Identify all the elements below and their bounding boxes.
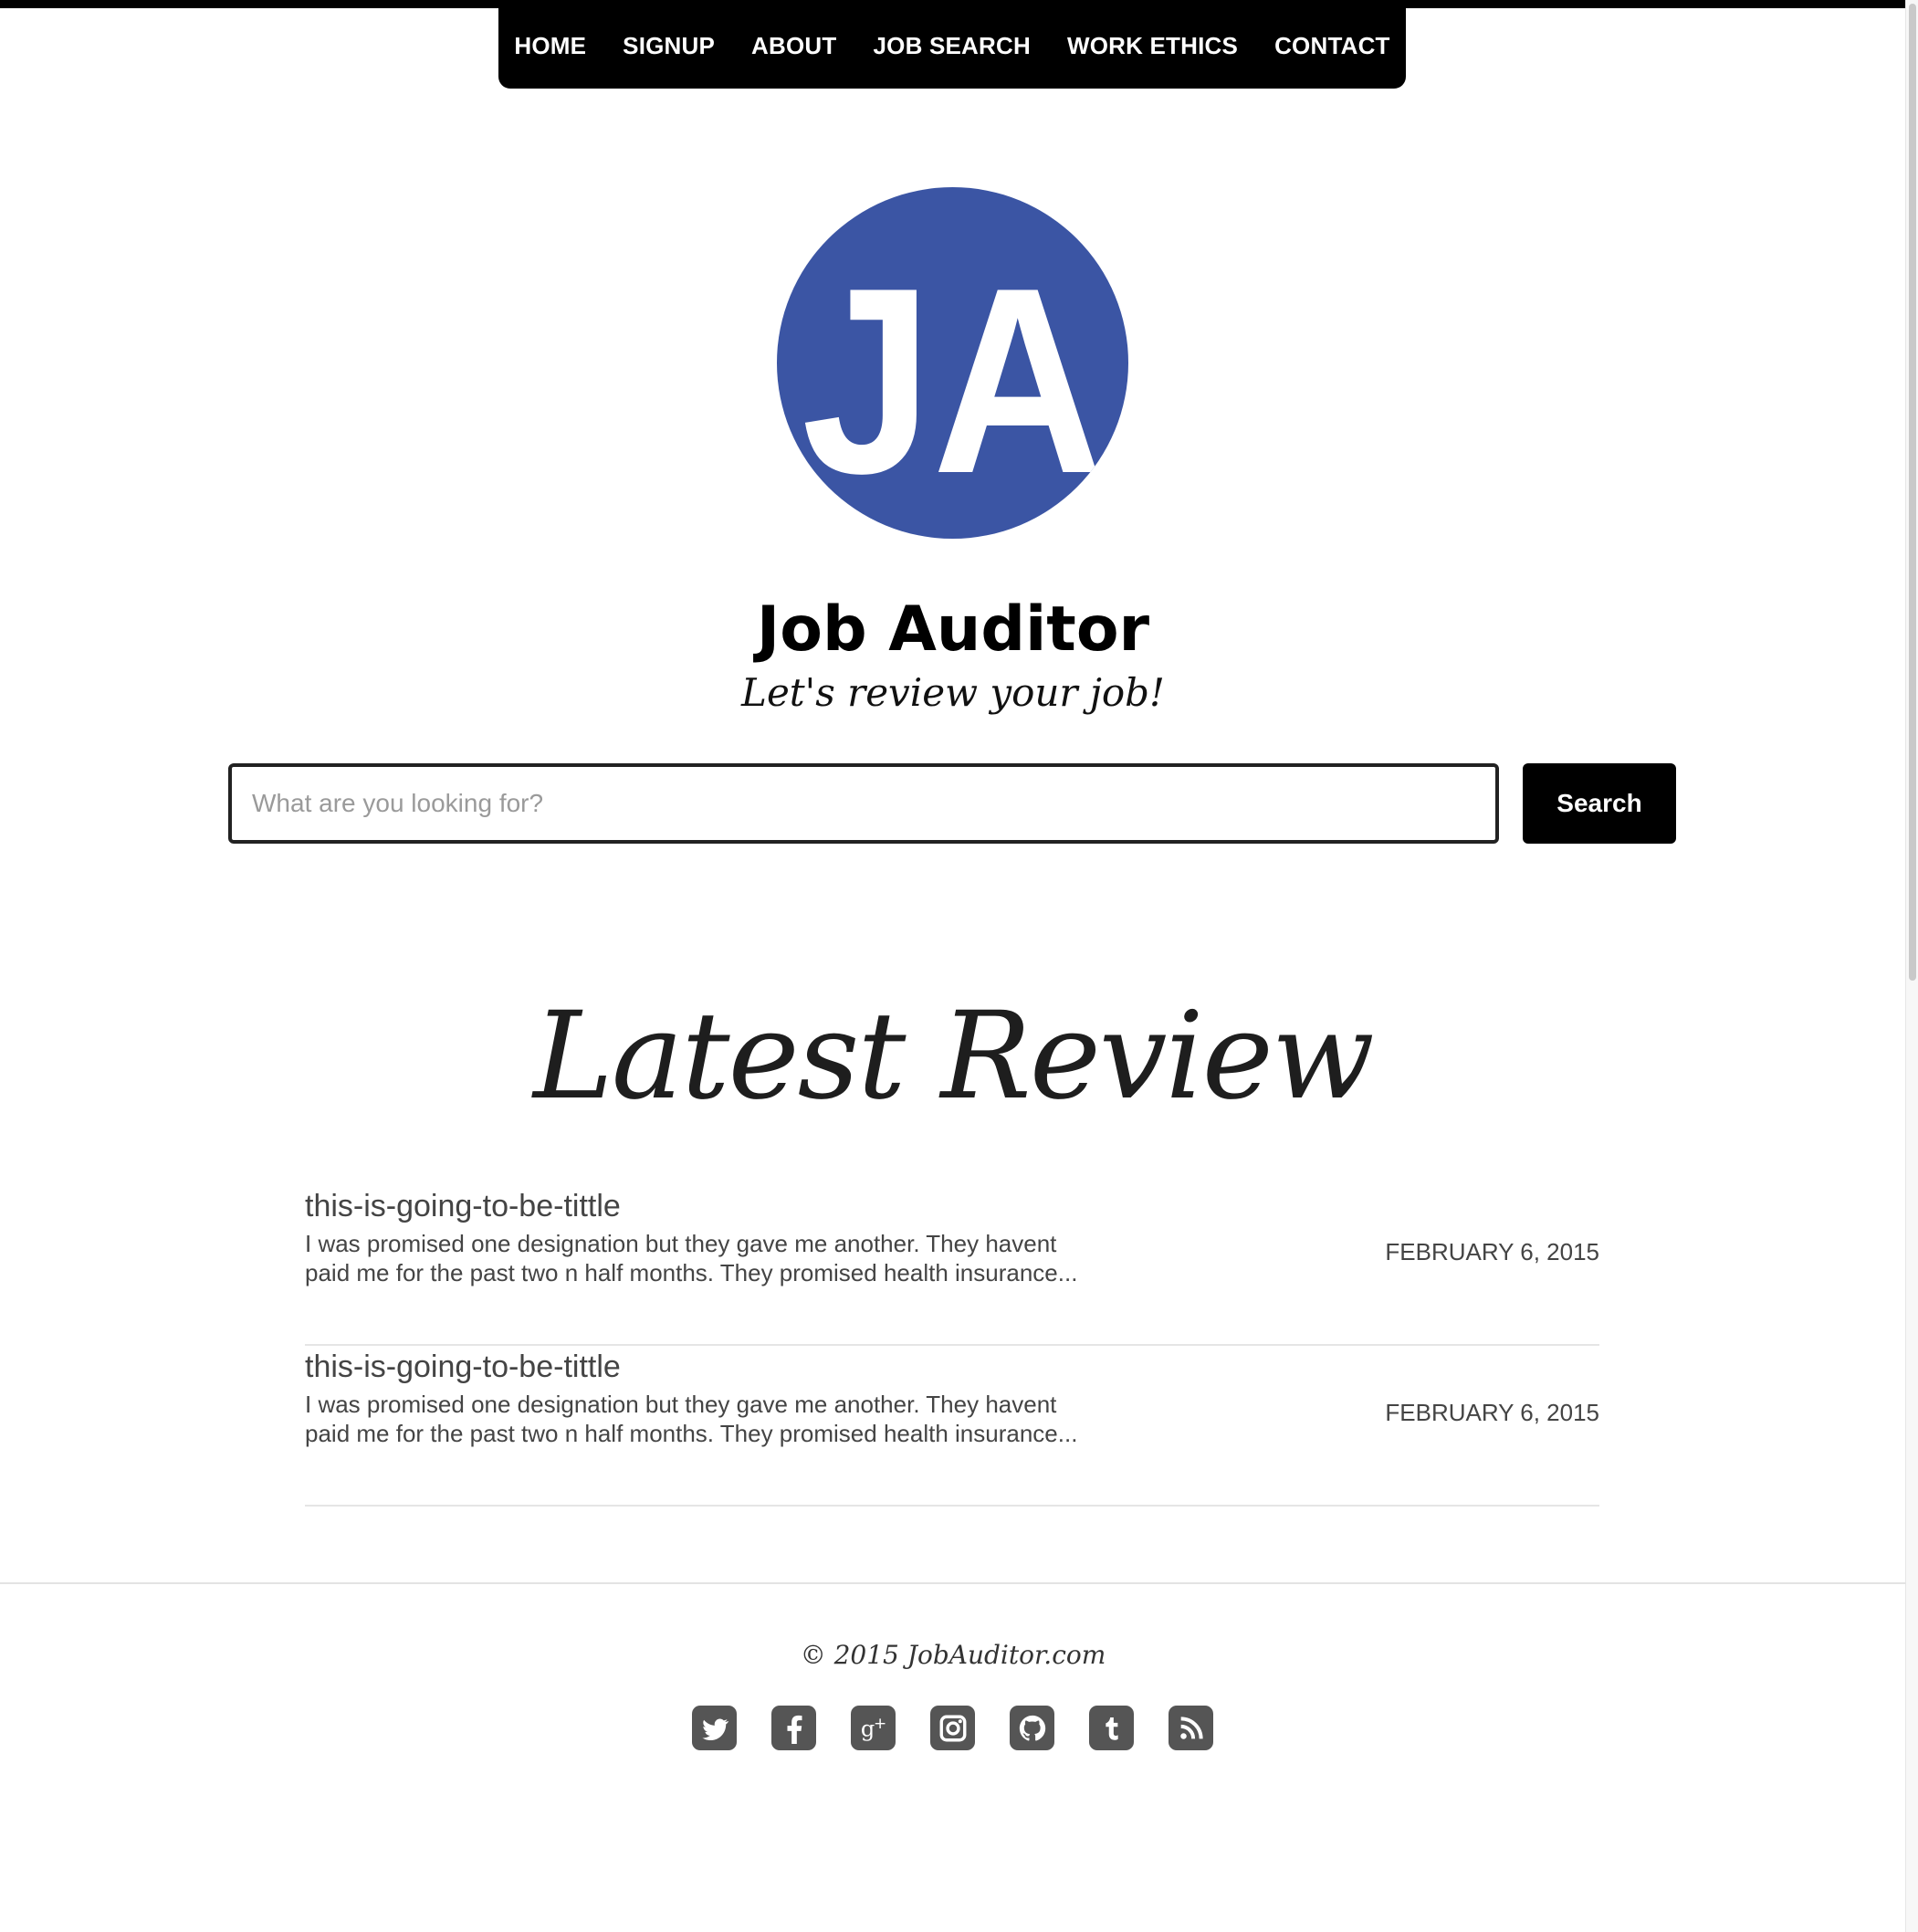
github-icon[interactable] <box>1010 1706 1054 1750</box>
nav-contact[interactable]: CONTACT <box>1274 32 1390 60</box>
twitter-icon[interactable] <box>692 1706 737 1750</box>
nav-about[interactable]: ABOUT <box>751 32 836 60</box>
search-button[interactable]: Search <box>1523 763 1676 844</box>
nav-job-search[interactable]: JOB SEARCH <box>873 32 1030 60</box>
review-title-link[interactable]: this-is-going-to-be-tittle <box>305 1189 621 1224</box>
tumblr-icon[interactable] <box>1089 1706 1134 1750</box>
footer-divider <box>0 1582 1906 1584</box>
tagline: Let's review your job! <box>741 670 1165 715</box>
review-title-link[interactable]: this-is-going-to-be-tittle <box>305 1349 621 1385</box>
copyright: © 2015 JobAuditor.com <box>800 1640 1106 1670</box>
facebook-icon[interactable] <box>771 1706 816 1750</box>
scrollbar-thumb[interactable] <box>1909 4 1916 981</box>
review-excerpt: I was promised one designation but they … <box>305 1391 1078 1447</box>
latest-review-heading: Latest Review <box>533 986 1375 1127</box>
review-item: this-is-going-to-be-tittle I was promise… <box>305 1346 1599 1507</box>
svg-text:g: g <box>860 1716 874 1741</box>
site-logo: JA <box>777 187 1128 539</box>
rss-icon[interactable] <box>1169 1706 1213 1750</box>
search-input[interactable] <box>228 763 1499 844</box>
main-nav: HOME SIGNUP ABOUT JOB SEARCH WORK ETHICS… <box>498 0 1406 89</box>
nav-work-ethics[interactable]: WORK ETHICS <box>1067 32 1238 60</box>
svg-text:+: + <box>874 1715 886 1733</box>
instagram-icon[interactable] <box>930 1706 975 1750</box>
nav-signup[interactable]: SIGNUP <box>623 32 715 60</box>
google-plus-icon[interactable]: g + <box>851 1706 896 1750</box>
review-item: this-is-going-to-be-tittle I was promise… <box>305 1185 1599 1346</box>
review-date: FEBRUARY 6, 2015 <box>1385 1399 1599 1426</box>
review-excerpt: I was promised one designation but they … <box>305 1230 1078 1286</box>
review-date: FEBRUARY 6, 2015 <box>1385 1238 1599 1265</box>
logo-text: JA <box>802 233 1103 529</box>
nav-home[interactable]: HOME <box>514 32 586 60</box>
review-list: this-is-going-to-be-tittle I was promise… <box>305 1185 1599 1507</box>
scrollbar[interactable] <box>1905 0 1918 1932</box>
social-links: g + <box>692 1706 1213 1750</box>
site-title: Job Auditor <box>756 593 1150 666</box>
